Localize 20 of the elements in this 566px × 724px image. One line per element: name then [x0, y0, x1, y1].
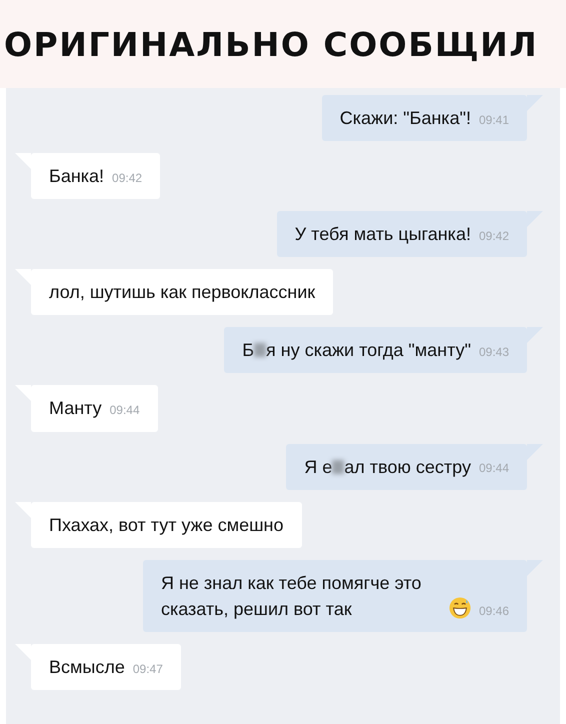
message-time: 09:42	[112, 170, 142, 187]
message-text: Я не знал как тебе помягче это сказать, решил вот так	[160, 572, 422, 621]
message-time: 09:44	[110, 402, 140, 420]
message-text: У тебя мать цыганка!	[294, 223, 471, 246]
message-text: Манту	[49, 397, 102, 420]
message-time: 09:41	[478, 112, 509, 129]
message-time: 09:44	[478, 460, 509, 478]
message-text: Я е ал твою сестру	[304, 456, 471, 479]
message-time: 09:43	[478, 344, 509, 362]
message-text: Всмысле	[49, 656, 125, 679]
message-text: Банка!	[49, 165, 104, 188]
grinning-emoji-icon	[448, 596, 471, 619]
message-time: 09:47	[132, 660, 163, 678]
message-time: 09:42	[478, 228, 509, 245]
caption-title: ОРИГИНАЛЬНО СООБЩИЛ	[4, 24, 540, 66]
message-text: Б я ну скажи тогда "манту"	[242, 339, 471, 362]
message-text: Пхахах, вот тут уже смешно	[49, 514, 284, 537]
message-time: 09:46	[478, 602, 509, 620]
message-text: лол, шутишь как первоклассник	[49, 281, 316, 304]
message-text: Скажи: "Банка"!	[340, 107, 471, 130]
